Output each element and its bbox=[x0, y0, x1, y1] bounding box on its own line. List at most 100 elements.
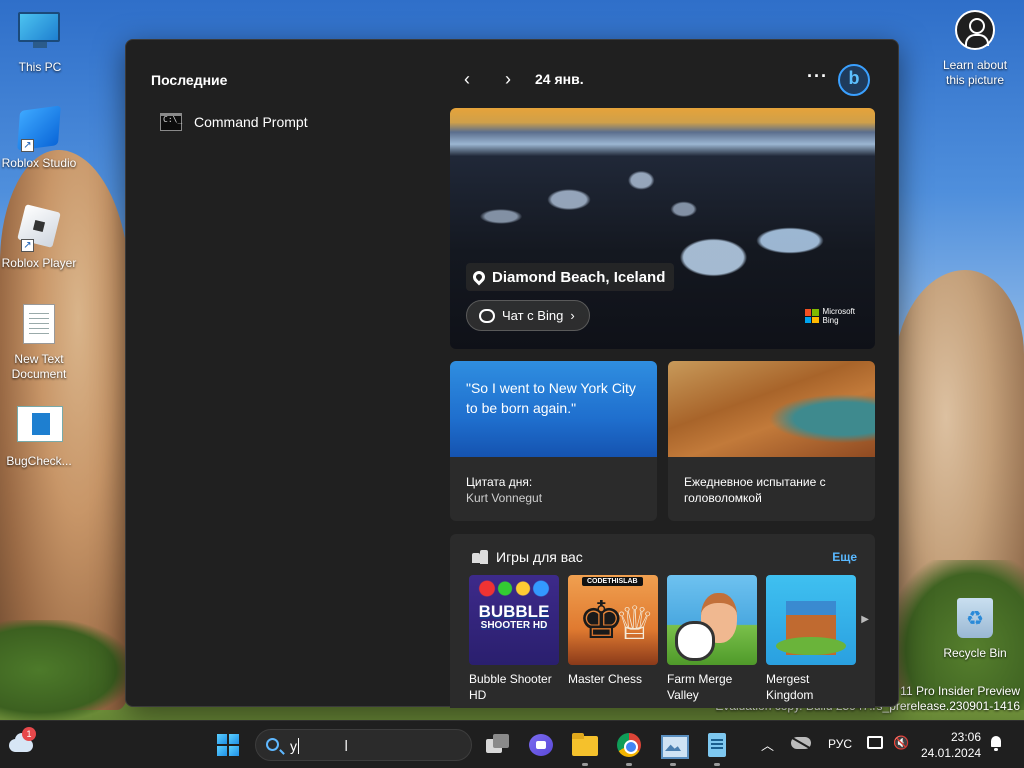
this-pc-icon bbox=[18, 12, 62, 56]
desktop-icon-label: Learn about this picture bbox=[942, 58, 1008, 87]
running-indicator bbox=[670, 763, 676, 766]
desktop-icon-learn-about-picture[interactable]: Learn about this picture bbox=[935, 8, 1015, 88]
desktop-icon-label: Roblox Player bbox=[1, 256, 77, 270]
puzzle-card-title: Ежедневное испытание с головоломкой bbox=[684, 475, 826, 505]
mergest-kingdom-thumbnail bbox=[766, 575, 856, 665]
hero-image-card[interactable]: Diamond Beach, Iceland Чат с Bing › Micr… bbox=[450, 108, 875, 349]
desktop-icon-label: Recycle Bin bbox=[943, 646, 1007, 660]
recent-heading: Последние bbox=[151, 72, 228, 88]
notepad-app-icon[interactable] bbox=[703, 731, 731, 759]
taskbar: 1 y I ︿ РУС 🔇 23:06 24.01.2024 bbox=[0, 720, 1024, 768]
bugcheck-app-icon bbox=[17, 406, 63, 450]
desktop-icon-label: New Text Document bbox=[11, 352, 67, 381]
more-options-button[interactable]: ··· bbox=[807, 66, 828, 87]
games-scroll-right-icon[interactable]: ▶ bbox=[861, 614, 869, 625]
meet-app-icon[interactable] bbox=[527, 731, 555, 759]
taskbar-search-input[interactable]: y I bbox=[255, 729, 472, 761]
games-more-link[interactable]: Еще bbox=[832, 550, 857, 564]
bubble-shooter-logo: BUBBLE SHOOTER HD bbox=[478, 602, 550, 631]
search-icon bbox=[266, 738, 279, 751]
chess-pieces-icon bbox=[472, 550, 488, 564]
clock-time: 23:06 bbox=[950, 730, 981, 744]
location-pin-icon bbox=[470, 268, 488, 286]
show-hidden-icons-chevron-up-icon[interactable]: ︿ bbox=[761, 735, 774, 754]
recent-item-command-prompt[interactable]: C:\_ Command Prompt bbox=[160, 110, 308, 134]
daily-puzzle-card[interactable]: Ежедневное испытание с головоломкой bbox=[668, 361, 875, 521]
chat-bubble-icon bbox=[479, 308, 495, 323]
command-prompt-icon: C:\_ bbox=[160, 113, 182, 131]
microsoft-bing-logo: Microsoft Bing bbox=[804, 307, 855, 325]
search-flyout: Последние C:\_ Command Prompt ‹ › 24 янв… bbox=[125, 39, 899, 708]
game-tile-mergest-kingdom[interactable]: Mergest Kingdom bbox=[766, 575, 856, 703]
shortcut-arrow-icon: ↗ bbox=[21, 139, 34, 152]
text-document-icon bbox=[17, 304, 61, 348]
spotlight-icon bbox=[953, 10, 997, 54]
roblox-studio-icon: ↗ bbox=[17, 105, 61, 152]
codethislab-badge: CODETHISLAB bbox=[582, 577, 643, 586]
weather-notification-badge: 1 bbox=[22, 727, 36, 741]
chevron-left-icon: ‹ bbox=[464, 69, 470, 89]
game-tile-master-chess[interactable]: CODETHISLAB Master Chess bbox=[568, 575, 658, 687]
highlights-date: 24 янв. bbox=[535, 71, 584, 87]
games-title: Игры для вас bbox=[496, 549, 583, 565]
start-button[interactable] bbox=[217, 734, 239, 756]
desktop-icon-label: BugCheck... bbox=[6, 454, 72, 468]
taskbar-clock[interactable]: 23:06 24.01.2024 bbox=[921, 729, 981, 761]
wallpaper-trees-left bbox=[0, 620, 130, 720]
puzzle-image bbox=[668, 361, 875, 457]
next-day-button[interactable]: › bbox=[498, 68, 518, 90]
brand-microsoft: Microsoft bbox=[822, 307, 855, 316]
previous-day-button[interactable]: ‹ bbox=[457, 68, 477, 90]
microsoft-logo-icon bbox=[804, 309, 819, 323]
search-query: y bbox=[290, 738, 299, 754]
game-name: Mergest Kingdom bbox=[766, 672, 814, 702]
game-tile-bubble-shooter[interactable]: BUBBLE SHOOTER HD Bubble Shooter HD bbox=[469, 575, 559, 703]
desktop-icon-recycle-bin[interactable]: Recycle Bin bbox=[935, 596, 1015, 661]
running-indicator bbox=[626, 763, 632, 766]
quote-card-title: Цитата дня: bbox=[466, 475, 533, 489]
game-name: Bubble Shooter HD bbox=[469, 672, 552, 702]
text-cursor-icon: I bbox=[344, 738, 349, 755]
roblox-player-icon: ↗ bbox=[17, 204, 61, 252]
desktop-icon-roblox-player[interactable]: ↗ Roblox Player bbox=[0, 204, 79, 271]
game-name: Master Chess bbox=[568, 672, 643, 686]
desktop-icon-label: This PC bbox=[18, 60, 62, 74]
desktop-icon-bugcheck[interactable]: BugCheck... bbox=[0, 400, 79, 469]
shortcut-arrow-icon: ↗ bbox=[21, 239, 34, 252]
running-indicator bbox=[582, 763, 588, 766]
game-tile-farm-merge-valley[interactable]: Farm Merge Valley bbox=[667, 575, 757, 703]
chrome-icon[interactable] bbox=[615, 731, 643, 759]
file-explorer-icon[interactable] bbox=[571, 731, 599, 759]
input-language-indicator[interactable]: РУС bbox=[828, 737, 852, 751]
running-indicator bbox=[714, 763, 720, 766]
quote-text: "So I went to New York City to be born a… bbox=[450, 361, 657, 457]
chevron-right-icon: › bbox=[505, 69, 511, 89]
desktop-icon-this-pc[interactable]: This PC bbox=[0, 8, 80, 75]
bing-chat-icon[interactable] bbox=[838, 64, 870, 96]
windows-logo-icon bbox=[217, 734, 227, 744]
volume-muted-icon[interactable]: 🔇 bbox=[893, 735, 909, 751]
hero-location-text: Diamond Beach, Iceland bbox=[492, 268, 666, 286]
games-section: Игры для вас Еще BUBBLE SHOOTER HD Bubbl… bbox=[450, 534, 875, 708]
onedrive-offline-icon[interactable] bbox=[791, 737, 811, 749]
recycle-bin-icon bbox=[953, 598, 997, 642]
brand-bing: Bing bbox=[822, 316, 839, 325]
quote-of-the-day-card[interactable]: "So I went to New York City to be born a… bbox=[450, 361, 657, 521]
desktop-icon-label: Roblox Studio bbox=[1, 156, 77, 170]
notifications-bell-icon[interactable] bbox=[989, 736, 1003, 751]
network-icon[interactable] bbox=[867, 736, 883, 749]
task-view-button[interactable] bbox=[484, 731, 512, 759]
master-chess-thumbnail: CODETHISLAB bbox=[568, 575, 658, 665]
desktop-icon-new-text-document[interactable]: New Text Document bbox=[0, 302, 79, 382]
hero-location-label[interactable]: Diamond Beach, Iceland bbox=[466, 263, 675, 291]
clock-date: 24.01.2024 bbox=[921, 746, 982, 760]
quote-author: Kurt Vonnegut bbox=[466, 491, 543, 505]
photos-app-icon[interactable] bbox=[659, 731, 689, 759]
bubble-shooter-thumbnail: BUBBLE SHOOTER HD bbox=[469, 575, 559, 665]
game-name: Farm Merge Valley bbox=[667, 672, 733, 702]
chat-with-bing-label: Чат с Bing bbox=[502, 308, 564, 323]
chat-with-bing-button[interactable]: Чат с Bing › bbox=[466, 300, 590, 331]
recent-item-label: Command Prompt bbox=[194, 114, 308, 130]
farm-merge-valley-thumbnail bbox=[667, 575, 757, 665]
desktop-icon-roblox-studio[interactable]: ↗ Roblox Studio bbox=[0, 105, 79, 171]
